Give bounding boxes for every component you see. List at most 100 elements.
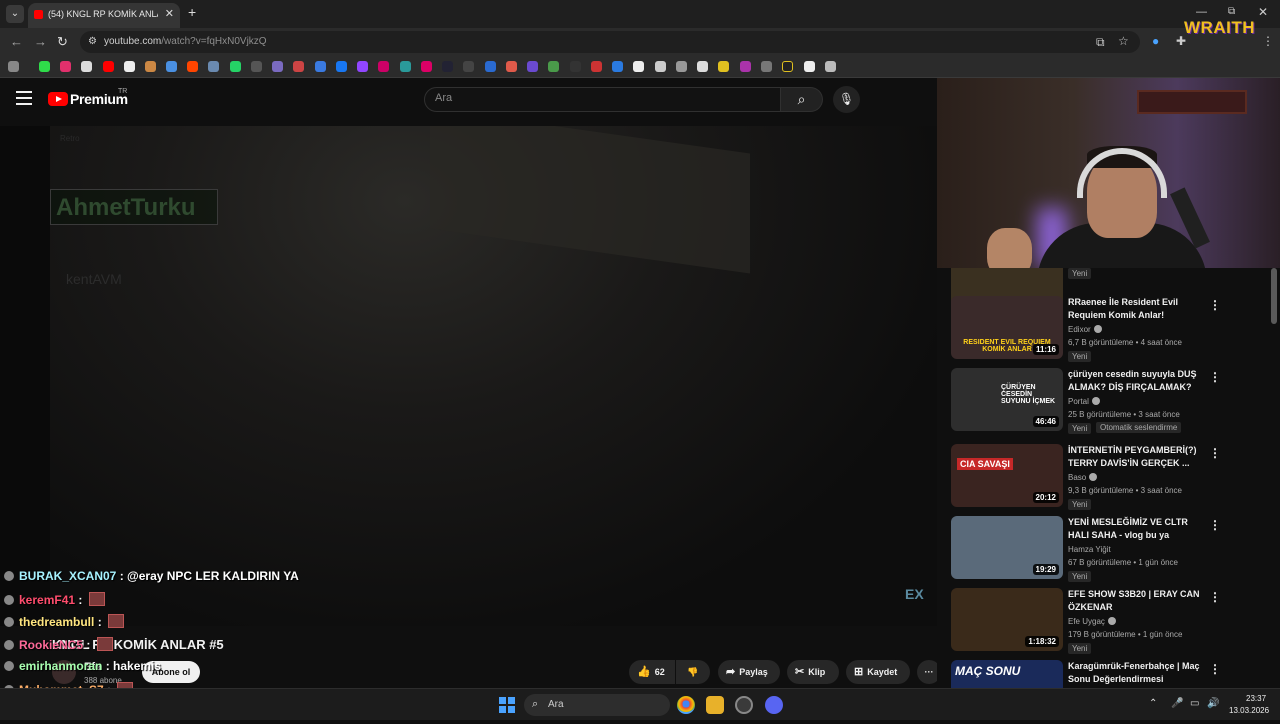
volume-icon[interactable]: 🔊 — [1207, 698, 1219, 709]
install-app-icon[interactable]: ⧉ — [1096, 35, 1105, 50]
file-explorer-icon[interactable] — [706, 696, 724, 714]
like-button[interactable]: 👍 62 — [629, 660, 675, 684]
bookmark-icon[interactable] — [315, 61, 326, 72]
recommended-channel[interactable]: Edixor — [1068, 325, 1102, 334]
youtube-bookmark-icon[interactable] — [103, 61, 114, 72]
bookmark-icon[interactable] — [825, 61, 836, 72]
bookmark-icon[interactable] — [761, 61, 772, 72]
video-more-options-icon[interactable]: ⋮ — [1209, 590, 1221, 604]
dislike-button[interactable]: 👎 — [676, 660, 710, 684]
bookmark-icon[interactable] — [804, 61, 815, 72]
network-icon[interactable]: ▭ — [1190, 698, 1199, 709]
x-icon[interactable] — [81, 61, 92, 72]
bookmark-icon[interactable] — [697, 61, 708, 72]
search-box[interactable] — [424, 87, 781, 112]
recommended-video-title[interactable]: YENİ MESLEĞİMİZ VE CLTR HALI SAHA - vlog… — [1068, 516, 1208, 542]
bookmark-icon[interactable] — [293, 61, 304, 72]
active-tab[interactable]: (54) KNGL RP KOMİK ANLAR #5 ✕ — [28, 3, 180, 28]
clip-button[interactable]: ✂ Klip — [787, 660, 839, 684]
sidebar-scrollbar[interactable] — [1271, 268, 1277, 324]
share-button[interactable]: ➦ Paylaş — [718, 660, 780, 684]
back-icon[interactable]: ← — [10, 34, 23, 49]
recommended-channel[interactable]: Efe Uygaç — [1068, 617, 1116, 626]
maximize-button[interactable]: ⧉ — [1228, 6, 1235, 17]
apps-grid-icon[interactable] — [8, 61, 19, 72]
twitch-icon[interactable] — [357, 61, 368, 72]
recommended-video[interactable]: 19:29 YENİ MESLEĞİMİZ VE CLTR HALI SAHA -… — [951, 516, 1280, 586]
bookmark-icon[interactable] — [485, 61, 496, 72]
tray-chevron-icon[interactable]: ⌃ — [1149, 698, 1157, 709]
bookmark-icon[interactable] — [400, 61, 411, 72]
recommended-video-title[interactable]: RRaenee İle Resident Evil Requiem Komik … — [1068, 296, 1208, 322]
bookmark-star-icon[interactable]: ☆ — [1118, 34, 1129, 48]
recommended-channel[interactable]: Baso — [1068, 473, 1098, 482]
bookmark-icon[interactable] — [527, 61, 538, 72]
extension-icon[interactable]: ● — [1152, 34, 1159, 48]
recommended-video-title[interactable]: çürüyen cesedin suyuyla DUŞ ALMAK? DİŞ F… — [1068, 368, 1208, 394]
bookmark-icon[interactable] — [378, 61, 389, 72]
video-more-options-icon[interactable]: ⋮ — [1209, 370, 1221, 384]
microphone-tray-icon[interactable]: 🎤 — [1171, 698, 1183, 709]
video-thumbnail[interactable]: ÇÜRÜYEN CESEDİN SUYUNU İÇMEK 46:46 — [951, 368, 1063, 431]
address-bar[interactable]: ⚙ youtube.com/watch?v=fqHxN0VjkzQ ⧉ ☆ — [80, 31, 1140, 53]
bookmark-icon[interactable] — [166, 61, 177, 72]
bookmark-icon[interactable] — [655, 61, 666, 72]
bookmark-icon[interactable] — [548, 61, 559, 72]
bookmark-icon[interactable] — [421, 61, 432, 72]
bookmark-icon[interactable] — [442, 61, 453, 72]
app-taskbar-icon[interactable] — [735, 696, 753, 714]
recommended-video-title[interactable]: EFE SHOW S3B20 | ERAY CAN ÖZKENAR — [1068, 588, 1208, 614]
whatsapp-icon[interactable] — [230, 61, 241, 72]
voice-search-button[interactable]: 🎙 — [833, 86, 860, 113]
recommended-channel[interactable]: Portal — [1068, 397, 1100, 406]
video-more-options-icon[interactable]: ⋮ — [1209, 298, 1221, 312]
video-more-options-icon[interactable]: ⋮ — [1209, 518, 1221, 532]
hamburger-menu-icon[interactable] — [16, 91, 32, 105]
video-more-options-icon[interactable]: ⋮ — [1209, 662, 1221, 676]
bookmark-icon[interactable] — [612, 61, 623, 72]
bookmark-icon[interactable] — [272, 61, 283, 72]
recommended-video[interactable]: CIA SAVAŞI 20:12 İNTERNETİN PEYGAMBERİ(?) … — [951, 444, 1280, 514]
bookmark-icon[interactable] — [718, 61, 729, 72]
bookmark-icon[interactable] — [39, 61, 50, 72]
search-button[interactable]: ⌕ — [781, 87, 823, 112]
video-thumbnail[interactable]: MAÇ SONU — [951, 660, 1063, 688]
video-more-options-icon[interactable]: ⋮ — [1209, 446, 1221, 460]
bookmark-icon[interactable] — [463, 61, 474, 72]
recommended-video[interactable]: 1:18:32 EFE SHOW S3B20 | ERAY CAN ÖZKENAR… — [951, 588, 1280, 658]
tab-list-button[interactable]: ⌄ — [6, 5, 24, 23]
recommended-video-title[interactable]: İNTERNETİN PEYGAMBERİ(?) TERRY DAVİS'İN … — [1068, 444, 1208, 470]
video-thumbnail[interactable]: 19:29 — [951, 516, 1063, 579]
video-thumbnail[interactable]: CIA SAVAŞI 20:12 — [951, 444, 1063, 507]
new-tab-button[interactable]: + — [188, 4, 196, 20]
browser-menu-icon[interactable]: ⋮ — [1262, 34, 1274, 48]
recommended-channel[interactable]: Hamza Yiğit — [1068, 545, 1111, 554]
reddit-icon[interactable] — [187, 61, 198, 72]
recommended-video-title[interactable]: Karagümrük-Fenerbahçe | Maç Sonu Değerle… — [1068, 660, 1208, 686]
recommended-video[interactable]: MAÇ SONU Karagümrük-Fenerbahçe | Maç Sonu… — [951, 660, 1280, 688]
windows-start-icon[interactable] — [499, 697, 515, 713]
bookmark-icon[interactable] — [570, 61, 581, 72]
video-thumbnail[interactable]: 1:18:32 — [951, 588, 1063, 651]
discord-icon[interactable] — [765, 696, 783, 714]
url-text[interactable]: youtube.com/watch?v=fqHxN0VjkzQ — [104, 36, 267, 47]
bookmark-icon[interactable] — [251, 61, 262, 72]
chrome-taskbar-icon[interactable] — [677, 696, 695, 714]
bookmark-icon[interactable] — [591, 61, 602, 72]
bookmark-icon[interactable] — [208, 61, 219, 72]
google-icon[interactable] — [124, 61, 135, 72]
save-button[interactable]: ⊞ Kaydet — [846, 660, 910, 684]
minimize-button[interactable]: — — [1196, 6, 1207, 18]
bookmark-icon[interactable] — [782, 61, 793, 72]
recommended-video[interactable]: RESIDENT EVIL REQUIEM KOMİK ANLAR 11:16 RR… — [951, 296, 1280, 366]
bookmark-icon[interactable] — [676, 61, 687, 72]
window-close-button[interactable]: ✕ — [1258, 5, 1268, 19]
video-player[interactable]: Retro AhmetTurku kentAVM EX — [0, 126, 937, 626]
recommended-video[interactable]: ÇÜRÜYEN CESEDİN SUYUNU İÇMEK 46:46 çürüyen… — [951, 368, 1280, 438]
clock-time[interactable]: 23:37 — [1246, 694, 1266, 703]
gmail-icon[interactable] — [145, 61, 156, 72]
youtube-logo-icon[interactable] — [48, 92, 68, 106]
clock-date[interactable]: 13.03.2026 — [1229, 706, 1269, 715]
taskbar-search[interactable]: ⌕ Ara — [524, 694, 670, 716]
bookmark-icon[interactable] — [633, 61, 644, 72]
